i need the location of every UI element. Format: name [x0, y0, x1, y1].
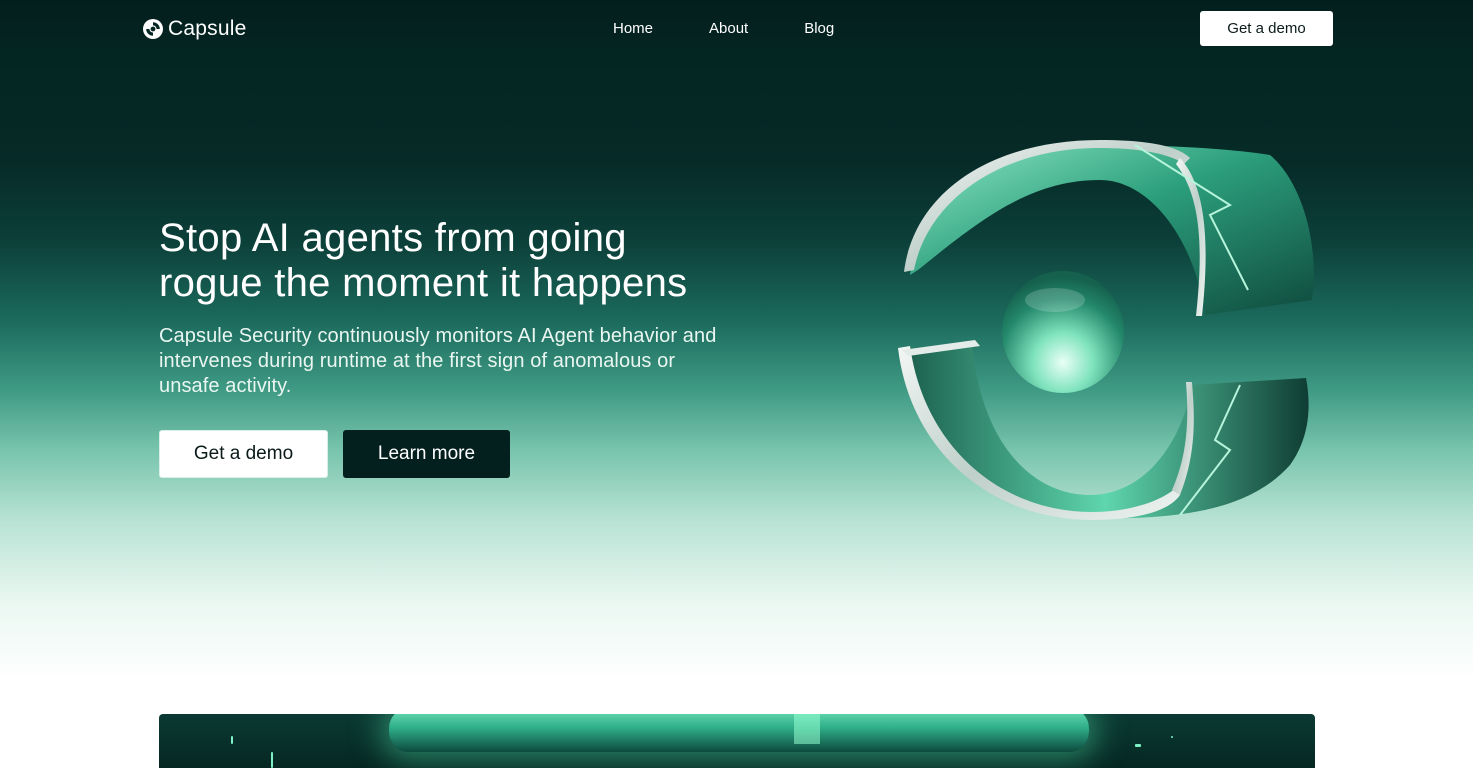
- preview-light-bar: [794, 714, 820, 744]
- top-navigation: Capsule Home About Blog Get a demo: [0, 0, 1473, 58]
- product-preview-card: [159, 714, 1315, 768]
- hero-learn-more-button[interactable]: Learn more: [343, 430, 510, 478]
- brand-name: Capsule: [168, 17, 247, 40]
- capsule-logo-icon: [143, 19, 163, 39]
- hero-headline-line-2: rogue the moment it happens: [159, 261, 688, 305]
- capsule-3d-logo-icon: [898, 140, 1314, 520]
- hero-headline-line-1: Stop AI agents from going: [159, 216, 627, 260]
- nav-get-demo-button[interactable]: Get a demo: [1200, 11, 1333, 46]
- page: Capsule Home About Blog Get a demo Stop …: [0, 0, 1473, 768]
- hero-get-demo-button[interactable]: Get a demo: [159, 430, 328, 478]
- nav-link-about[interactable]: About: [709, 18, 748, 40]
- spark-decoration: [1135, 744, 1141, 747]
- hero-headline: Stop AI agents from going rogue the mome…: [159, 216, 779, 306]
- spark-decoration: [1171, 736, 1173, 738]
- nav-link-blog[interactable]: Blog: [804, 18, 834, 40]
- preview-glow-panel: [389, 714, 1089, 752]
- nav-links: Home About Blog: [613, 18, 834, 40]
- spark-decoration: [231, 736, 233, 744]
- hero-subtext: Capsule Security continuously monitors A…: [159, 325, 717, 397]
- spark-decoration: [271, 752, 273, 768]
- brand-logo[interactable]: Capsule: [142, 16, 246, 42]
- nav-link-home[interactable]: Home: [613, 18, 653, 40]
